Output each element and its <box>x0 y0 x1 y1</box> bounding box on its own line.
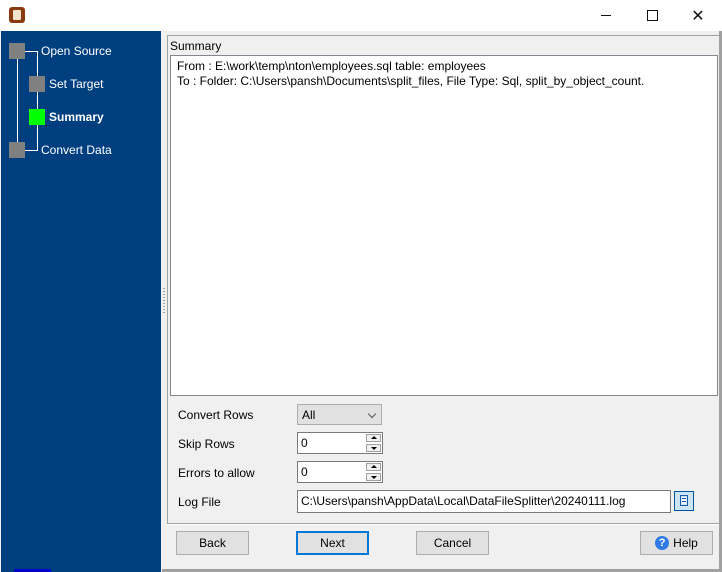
wizard-sidebar: Open Source Set Target Summary Convert D… <box>1 31 161 572</box>
errors-to-allow-value: 0 <box>301 465 308 479</box>
step-convert-data[interactable]: Convert Data <box>41 143 112 157</box>
browse-file-button[interactable] <box>674 491 694 511</box>
chevron-down-icon <box>367 409 377 419</box>
help-label: Help <box>673 536 698 550</box>
convert-rows-select[interactable]: All <box>297 404 382 425</box>
cancel-button[interactable]: Cancel <box>416 531 489 555</box>
step-open-source[interactable]: Open Source <box>41 44 112 58</box>
step-indicator-set-target <box>29 76 45 92</box>
errors-increment[interactable] <box>366 463 381 471</box>
help-icon: ? <box>655 536 670 550</box>
divider <box>167 524 721 525</box>
step-indicator-convert-data <box>9 142 25 158</box>
step-indicator-summary <box>29 109 45 125</box>
skip-rows-stepper[interactable]: 0 <box>297 432 383 454</box>
close-button[interactable]: ✕ <box>675 0 721 31</box>
title-bar: ✕ <box>0 0 722 31</box>
tree-line-h1 <box>25 51 37 52</box>
skip-rows-increment[interactable] <box>366 434 381 442</box>
convert-rows-label: Convert Rows <box>178 408 254 422</box>
step-indicator-open-source <box>9 43 25 59</box>
skip-rows-label: Skip Rows <box>178 437 235 451</box>
summary-panel: Summary From : E:\work\temp\nton\employe… <box>167 35 722 525</box>
step-set-target[interactable]: Set Target <box>49 77 103 91</box>
tree-line-outer <box>17 59 18 151</box>
help-button[interactable]: ? Help <box>640 531 713 555</box>
minimize-button[interactable] <box>583 0 629 31</box>
tree-line-h4 <box>25 150 37 151</box>
app-icon[interactable] <box>9 7 25 23</box>
next-button[interactable]: Next <box>296 531 369 555</box>
summary-text-area[interactable]: From : E:\work\temp\nton\employees.sql t… <box>170 55 718 396</box>
log-file-input[interactable]: C:\Users\pansh\AppData\Local\DataFileSpl… <box>297 490 671 513</box>
skip-rows-decrement[interactable] <box>366 444 381 452</box>
maximize-icon <box>646 10 658 21</box>
log-file-label: Log File <box>178 495 221 509</box>
tree-line-inner <box>37 51 38 151</box>
errors-decrement[interactable] <box>366 473 381 481</box>
errors-to-allow-stepper[interactable]: 0 <box>297 461 383 483</box>
summary-to-line: To : Folder: C:\Users\pansh\Documents\sp… <box>177 74 645 88</box>
skip-rows-value: 0 <box>301 436 308 450</box>
step-summary[interactable]: Summary <box>49 110 104 124</box>
splitter-grip[interactable] <box>163 288 165 314</box>
summary-title: Summary <box>170 39 222 53</box>
maximize-button[interactable] <box>629 0 675 31</box>
back-button[interactable]: Back <box>176 531 249 555</box>
close-icon: ✕ <box>691 7 705 25</box>
convert-rows-value: All <box>302 408 316 422</box>
minimize-icon <box>601 15 611 16</box>
summary-from-line: From : E:\work\temp\nton\employees.sql t… <box>177 59 486 73</box>
errors-to-allow-label: Errors to allow <box>178 466 255 480</box>
